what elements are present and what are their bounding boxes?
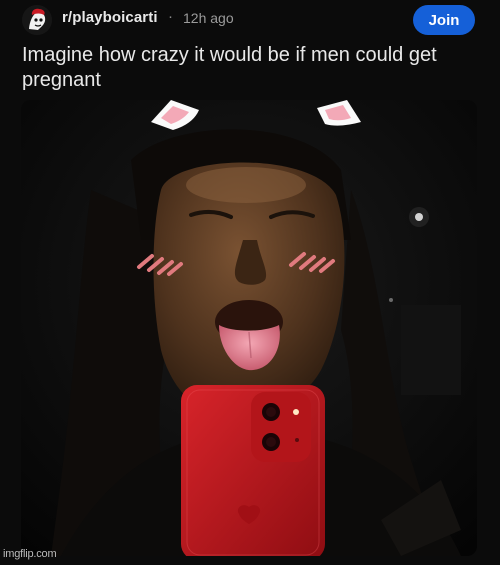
subreddit-name-link[interactable]: r/playboicarti — [62, 9, 158, 26]
post-header: r/playboicarti · 12h ago Join — [0, 0, 500, 40]
imgflip-watermark: imgflip.com — [3, 548, 57, 560]
post-age: 12h ago — [183, 10, 234, 26]
reddit-post: r/playboicarti · 12h ago Join Imagine ho… — [0, 0, 500, 565]
post-title[interactable]: Imagine how crazy it would be if men cou… — [22, 43, 482, 93]
subreddit-avatar-icon[interactable] — [22, 5, 52, 35]
selfie-photo — [21, 100, 477, 556]
post-image[interactable] — [21, 100, 477, 556]
join-button[interactable]: Join — [413, 5, 475, 35]
separator-dot: · — [168, 8, 173, 25]
